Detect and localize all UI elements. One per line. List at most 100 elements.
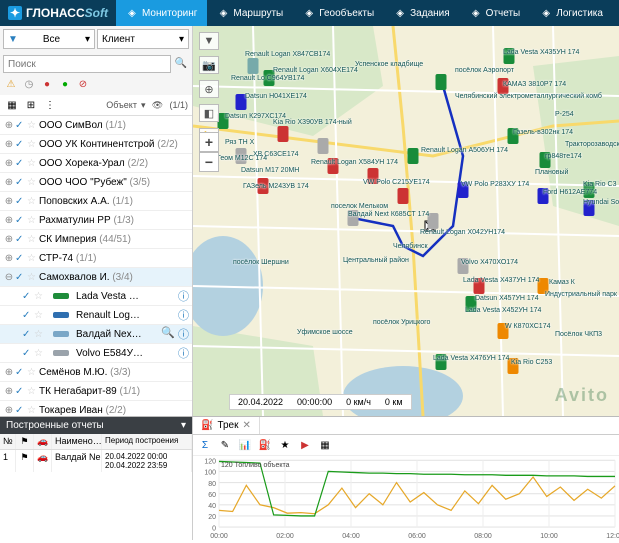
vehicle-marker[interactable] [278, 126, 289, 142]
filter-all[interactable]: ▼Все▾ [3, 29, 95, 49]
ct-edit-icon[interactable]: ✎ [217, 437, 233, 453]
star-icon[interactable]: ☆ [27, 158, 39, 169]
expand-icon[interactable]: ⊕ [3, 215, 15, 226]
eye-icon[interactable]: 👁 [149, 97, 165, 113]
tree-group[interactable]: ⊕✓☆Семёнов М.Ю. (3/3) [0, 363, 192, 382]
tree-vehicle[interactable]: ✓☆Renault Log…ⓘ [0, 306, 192, 325]
star-icon[interactable]: ☆ [34, 291, 46, 302]
tree-vehicle[interactable]: ✓☆Volvo E584У…ⓘ [0, 344, 192, 363]
filter-client[interactable]: Клиент▾ [97, 29, 189, 49]
check-icon[interactable]: ✓ [15, 367, 27, 378]
tree-group[interactable]: ⊕✓☆Рахматулин РР (1/3) [0, 211, 192, 230]
star-icon[interactable]: ☆ [27, 120, 39, 131]
zoom-out[interactable]: − [199, 152, 219, 172]
ct-fuel-icon[interactable]: ⛽ [257, 437, 273, 453]
check-icon[interactable]: ✓ [15, 234, 27, 245]
ct-play-icon[interactable]: ▶ [297, 437, 313, 453]
check-icon[interactable]: ✓ [15, 215, 27, 226]
ok-icon[interactable]: ● [57, 76, 73, 92]
vehicle-marker[interactable] [436, 74, 447, 90]
chart-body[interactable]: 02040608010012000:0002:0004:0006:0008:00… [193, 456, 619, 540]
reports-collapse-icon[interactable]: ▾ [181, 420, 186, 431]
tree-group[interactable]: ⊕✓☆ТК Негабарит-89 (1/1) [0, 382, 192, 401]
ct-sum-icon[interactable]: Σ [197, 437, 213, 453]
filter-icon[interactable]: ▼ [199, 32, 219, 50]
check-icon[interactable]: ✓ [15, 253, 27, 264]
camera-icon[interactable]: 📷 [199, 56, 219, 74]
tree-group[interactable]: ⊕✓☆Токарев Иван (2/2) [0, 401, 192, 416]
tree-group[interactable]: ⊕✓☆ООО СимВол (1/1) [0, 116, 192, 135]
check-icon[interactable]: ✓ [15, 272, 27, 283]
ct-chart-icon[interactable]: 📊 [237, 437, 253, 453]
tree-group[interactable]: ⊕✓☆СК Империя (44/51) [0, 230, 192, 249]
layers-icon[interactable]: ◧ [199, 104, 219, 122]
star-icon[interactable]: ☆ [34, 329, 46, 340]
star-icon[interactable]: ☆ [27, 253, 39, 264]
expand-icon[interactable]: ⊞ [23, 97, 39, 113]
vehicle-marker[interactable] [318, 138, 329, 154]
check-icon[interactable]: ✓ [15, 139, 27, 150]
check-icon[interactable]: ✓ [15, 196, 27, 207]
expand-icon[interactable]: ⊕ [3, 177, 15, 188]
check-icon[interactable]: ✓ [22, 348, 34, 359]
expand-icon[interactable]: ⊕ [3, 234, 15, 245]
star-icon[interactable]: ☆ [27, 234, 39, 245]
star-icon[interactable]: ☆ [27, 405, 39, 416]
tree-vehicle[interactable]: ✓☆Lada Vesta …ⓘ [0, 287, 192, 306]
tree-group[interactable]: ⊕✓☆ООО УК Континентстрой (2/2) [0, 135, 192, 154]
expand-icon[interactable]: ⊕ [3, 367, 15, 378]
tree-group[interactable]: ⊕✓☆ООО ЧОО "Рубеж" (3/5) [0, 173, 192, 192]
info-icon[interactable]: ⓘ [178, 307, 189, 323]
locate-icon[interactable]: 🔍 [161, 326, 175, 342]
check-icon[interactable]: ✓ [22, 291, 34, 302]
info-icon[interactable]: ⓘ [178, 288, 189, 304]
vehicle-marker[interactable] [408, 148, 419, 164]
col-name[interactable]: Наимено… [52, 434, 102, 449]
close-icon[interactable]: ✕ [243, 420, 251, 431]
zoom-in[interactable]: + [199, 132, 219, 152]
star-icon[interactable]: ☆ [34, 310, 46, 321]
info-icon[interactable]: ⓘ [178, 345, 189, 361]
clock-icon[interactable]: ◷ [21, 76, 37, 92]
nav-task[interactable]: ◈Задания [384, 0, 460, 26]
check-icon[interactable]: ✓ [22, 329, 34, 340]
col-car-icon[interactable]: 🚗 [34, 434, 52, 449]
nav-truck[interactable]: ◈Логистика [530, 0, 613, 26]
info-icon[interactable]: ⓘ [178, 326, 189, 342]
expand-icon[interactable]: ⊕ [3, 196, 15, 207]
check-icon[interactable]: ✓ [22, 310, 34, 321]
more-icon[interactable]: ⋮ [42, 97, 58, 113]
view1-icon[interactable]: ▦ [4, 97, 20, 113]
check-icon[interactable]: ✓ [15, 405, 27, 416]
search-input[interactable] [3, 55, 171, 73]
expand-icon[interactable]: ⊖ [3, 272, 15, 283]
excl-icon[interactable]: ● [39, 76, 55, 92]
expand-icon[interactable]: ⊕ [3, 158, 15, 169]
tree-group[interactable]: ⊕✓☆Поповских А.А. (1/1) [0, 192, 192, 211]
expand-icon[interactable]: ⊕ [3, 139, 15, 150]
star-icon[interactable]: ☆ [27, 272, 39, 283]
nav-map-pin[interactable]: ◈Мониторинг [116, 0, 207, 26]
tab-track[interactable]: ⛽Трек✕ [193, 417, 260, 434]
check-icon[interactable]: ✓ [15, 120, 27, 131]
expand-icon[interactable]: ⊕ [3, 405, 15, 416]
warn-icon[interactable]: ⚠ [3, 76, 19, 92]
nav-route[interactable]: ◈Маршруты [207, 0, 293, 26]
vehicle-marker[interactable] [398, 188, 409, 204]
target-icon[interactable]: ⊕ [199, 80, 219, 98]
star-icon[interactable]: ☆ [27, 367, 39, 378]
star-icon[interactable]: ☆ [27, 386, 39, 397]
star-icon[interactable]: ☆ [34, 348, 46, 359]
ct-star-icon[interactable]: ★ [277, 437, 293, 453]
star-icon[interactable]: ☆ [27, 139, 39, 150]
search-icon[interactable]: 🔍 [173, 55, 189, 71]
block-icon[interactable]: ⊘ [75, 76, 91, 92]
check-icon[interactable]: ✓ [15, 158, 27, 169]
check-icon[interactable]: ✓ [15, 177, 27, 188]
star-icon[interactable]: ☆ [27, 215, 39, 226]
vehicle-marker[interactable] [248, 58, 259, 74]
col-flag-icon[interactable]: ⚑ [16, 434, 34, 449]
expand-icon[interactable]: ⊕ [3, 386, 15, 397]
expand-icon[interactable]: ⊕ [3, 120, 15, 131]
tree-group[interactable]: ⊕✓☆СТР-74 (1/1) [0, 249, 192, 268]
